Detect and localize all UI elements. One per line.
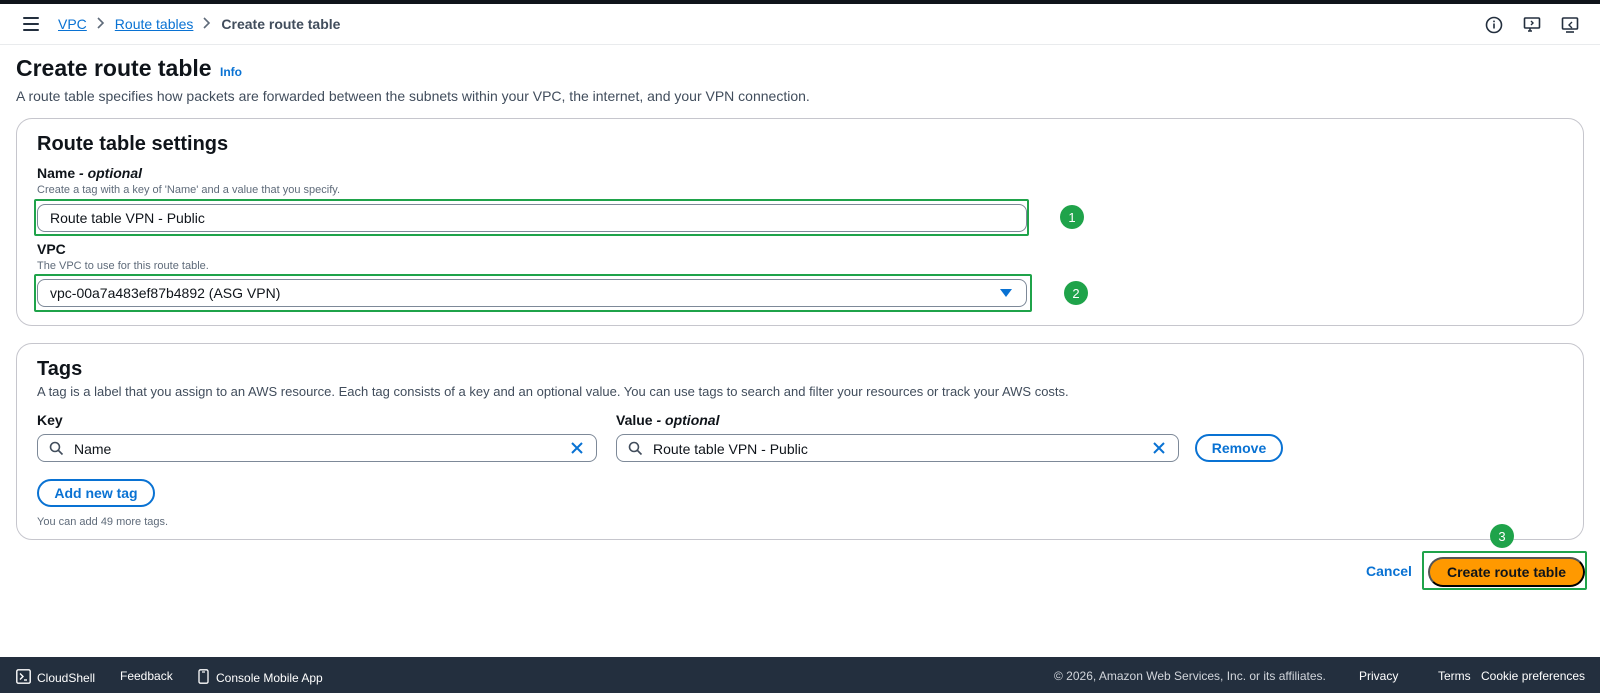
privacy-link[interactable]: Privacy — [1359, 669, 1398, 683]
breadcrumb: VPC Route tables Create route table — [58, 16, 340, 32]
breadcrumb-bar: VPC Route tables Create route table — [0, 4, 1600, 45]
tag-value-value: Route table VPN - Public — [653, 441, 808, 457]
vpc-hint: The VPC to use for this route table. — [37, 260, 209, 272]
name-label: Name - optional — [37, 165, 143, 181]
page-title: Create route table — [16, 55, 212, 81]
key-label: Key — [37, 412, 63, 428]
info-link[interactable]: Info — [220, 65, 242, 79]
breadcrumb-route-tables[interactable]: Route tables — [115, 16, 194, 32]
cookie-preferences-link[interactable]: Cookie preferences — [1481, 669, 1585, 683]
page-description: A route table specifies how packets are … — [16, 88, 810, 104]
console-mobile-app-label: Console Mobile App — [216, 671, 323, 685]
clear-icon[interactable] — [570, 441, 584, 460]
chevron-right-icon — [97, 16, 105, 32]
copyright-text: © 2026, Amazon Web Services, Inc. or its… — [1054, 669, 1326, 683]
search-icon — [49, 441, 64, 461]
tag-value-input[interactable]: Route table VPN - Public — [616, 434, 1179, 462]
utility-icons — [1484, 15, 1580, 35]
chevron-right-icon — [203, 16, 211, 32]
highlight-box-3 — [1422, 551, 1587, 590]
add-new-tag-button[interactable]: Add new tag — [37, 479, 155, 507]
annotation-badge-2: 2 — [1064, 281, 1088, 305]
cloudshell-icon — [16, 669, 31, 687]
console-mobile-app-link[interactable]: Console Mobile App — [198, 669, 323, 687]
annotation-badge-3: 3 — [1490, 524, 1514, 548]
value-label: Value - optional — [616, 412, 720, 428]
feedback-link[interactable]: Feedback — [120, 669, 173, 683]
feedback-label: Feedback — [120, 669, 173, 683]
menu-icon[interactable] — [23, 17, 39, 31]
breadcrumb-current: Create route table — [221, 16, 341, 32]
tags-title: Tags — [37, 358, 83, 380]
tutorial-panel-icon[interactable] — [1522, 15, 1542, 35]
settings-title: Route table settings — [37, 133, 229, 155]
feedback-panel-icon[interactable] — [1560, 15, 1580, 35]
terms-link[interactable]: Terms — [1438, 669, 1471, 683]
tags-container: Tags A tag is a label that you assign to… — [16, 343, 1584, 540]
name-hint: Create a tag with a key of 'Name' and a … — [37, 184, 340, 196]
tag-key-value: Name — [74, 441, 112, 457]
footer: CloudShell Feedback Console Mobile App ©… — [0, 657, 1600, 693]
highlight-box-2 — [34, 274, 1032, 312]
tags-limit-text: You can add 49 more tags. — [37, 516, 169, 528]
route-table-settings-container: Route table settings Name - optional Cre… — [16, 118, 1584, 326]
clear-icon[interactable] — [1152, 441, 1166, 460]
vpc-label: VPC — [37, 241, 66, 257]
tags-description: A tag is a label that you assign to an A… — [37, 384, 1069, 399]
tag-key-input[interactable]: Name — [37, 434, 597, 462]
highlight-box-1 — [34, 199, 1029, 236]
mobile-icon — [198, 669, 210, 687]
cloudshell-link[interactable]: CloudShell — [16, 669, 95, 687]
breadcrumb-vpc[interactable]: VPC — [58, 16, 87, 32]
cancel-button[interactable]: Cancel — [1366, 563, 1412, 579]
remove-tag-button[interactable]: Remove — [1195, 434, 1283, 462]
search-icon — [628, 441, 643, 461]
cloudshell-label: CloudShell — [37, 671, 96, 685]
info-icon[interactable] — [1484, 15, 1504, 35]
annotation-badge-1: 1 — [1060, 205, 1084, 229]
